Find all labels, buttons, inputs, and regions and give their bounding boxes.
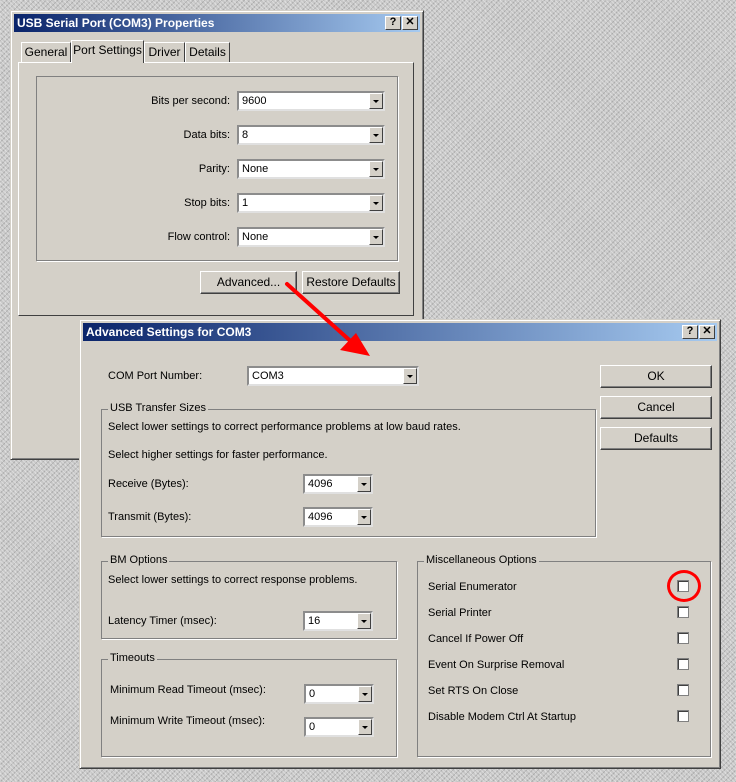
close-button[interactable]: ✕	[699, 325, 715, 339]
write-timeout-value: 0	[309, 721, 316, 733]
parity-value: None	[242, 163, 269, 175]
advanced-button[interactable]: Advanced...	[200, 271, 297, 294]
annotation-circle-icon	[667, 570, 701, 602]
bits-per-second-label: Bits per second:	[151, 95, 230, 107]
usb-transfer-title: USB Transfer Sizes	[108, 402, 208, 414]
chevron-down-icon[interactable]	[357, 613, 371, 629]
misc-option-label: Serial Enumerator	[428, 581, 517, 593]
usb-hint-high: Select higher settings for faster perfor…	[108, 449, 328, 461]
flow-control-select[interactable]: None	[237, 227, 385, 247]
chevron-down-icon[interactable]	[369, 195, 383, 211]
disable-modem-ctrl-checkbox[interactable]	[677, 710, 689, 722]
transmit-value: 4096	[308, 511, 333, 523]
chevron-down-icon[interactable]	[358, 719, 372, 735]
chevron-down-icon[interactable]	[357, 509, 371, 525]
bits-per-second-select[interactable]: 9600	[237, 91, 385, 111]
flow-control-value: None	[242, 231, 269, 243]
data-bits-value: 8	[242, 129, 249, 141]
latency-timer-value: 16	[308, 615, 321, 627]
misc-option-label: Serial Printer	[428, 607, 492, 619]
data-bits-label: Data bits:	[183, 129, 230, 141]
receive-label: Receive (Bytes):	[108, 478, 189, 490]
defaults-button[interactable]: Defaults	[600, 427, 712, 450]
tab-port-settings[interactable]: Port Settings	[71, 40, 144, 63]
misc-option-label: Disable Modem Ctrl At Startup	[428, 711, 576, 723]
ok-button[interactable]: OK	[600, 365, 712, 388]
read-timeout-select[interactable]: 0	[304, 684, 374, 704]
receive-value: 4096	[308, 478, 333, 490]
read-timeout-value: 0	[309, 688, 316, 700]
read-timeout-label: Minimum Read Timeout (msec):	[110, 684, 266, 696]
misc-option-label: Set RTS On Close	[428, 685, 519, 697]
timeouts-title: Timeouts	[108, 652, 157, 664]
write-timeout-select[interactable]: 0	[304, 717, 374, 737]
stop-bits-select[interactable]: 1	[237, 193, 385, 213]
help-button[interactable]: ?	[682, 325, 698, 339]
latency-timer-select[interactable]: 16	[303, 611, 373, 631]
properties-titlebar: USB Serial Port (COM3) Properties ? ✕	[14, 14, 420, 32]
cancel-if-power-off-checkbox[interactable]	[677, 632, 689, 644]
bm-hint: Select lower settings to correct respons…	[108, 574, 358, 586]
latency-timer-label: Latency Timer (msec):	[108, 615, 217, 627]
tab-details[interactable]: Details	[185, 42, 230, 62]
data-bits-select[interactable]: 8	[237, 125, 385, 145]
misc-option-label: Cancel If Power Off	[428, 633, 524, 645]
misc-options-title: Miscellaneous Options	[424, 554, 539, 566]
timeouts-group: Timeouts	[101, 652, 397, 757]
chevron-down-icon[interactable]	[358, 686, 372, 702]
help-button[interactable]: ?	[385, 16, 401, 30]
chevron-down-icon[interactable]	[369, 229, 383, 245]
restore-defaults-button[interactable]: Restore Defaults	[302, 271, 400, 294]
misc-option-label: Event On Surprise Removal	[428, 659, 565, 671]
chevron-down-icon[interactable]	[369, 93, 383, 109]
chevron-down-icon[interactable]	[403, 368, 417, 384]
cancel-button[interactable]: Cancel	[600, 396, 712, 419]
advanced-titlebar: Advanced Settings for COM3 ? ✕	[83, 323, 717, 341]
event-on-surprise-removal-checkbox[interactable]	[677, 658, 689, 670]
stop-bits-label: Stop bits:	[184, 197, 230, 209]
bits-per-second-value: 9600	[242, 95, 267, 107]
receive-select[interactable]: 4096	[303, 474, 373, 494]
transmit-select[interactable]: 4096	[303, 507, 373, 527]
write-timeout-label: Minimum Write Timeout (msec):	[110, 715, 266, 727]
stop-bits-value: 1	[242, 197, 249, 209]
com-port-label: COM Port Number:	[108, 370, 203, 382]
parity-label: Parity:	[198, 163, 230, 175]
advanced-title: Advanced Settings for COM3	[86, 325, 252, 339]
tab-general[interactable]: General	[21, 42, 71, 62]
serial-printer-checkbox[interactable]	[677, 606, 689, 618]
chevron-down-icon[interactable]	[357, 476, 371, 492]
properties-title: USB Serial Port (COM3) Properties	[17, 16, 215, 30]
parity-select[interactable]: None	[237, 159, 385, 179]
chevron-down-icon[interactable]	[369, 161, 383, 177]
bm-options-title: BM Options	[108, 554, 170, 566]
tab-driver[interactable]: Driver	[144, 42, 185, 62]
close-button[interactable]: ✕	[402, 16, 418, 30]
com-port-select[interactable]: COM3	[247, 366, 419, 386]
chevron-down-icon[interactable]	[369, 127, 383, 143]
set-rts-on-close-checkbox[interactable]	[677, 684, 689, 696]
transmit-label: Transmit (Bytes):	[108, 511, 192, 523]
com-port-value: COM3	[252, 370, 284, 382]
flow-control-label: Flow control:	[167, 231, 230, 243]
usb-hint-low: Select lower settings to correct perform…	[108, 421, 461, 433]
